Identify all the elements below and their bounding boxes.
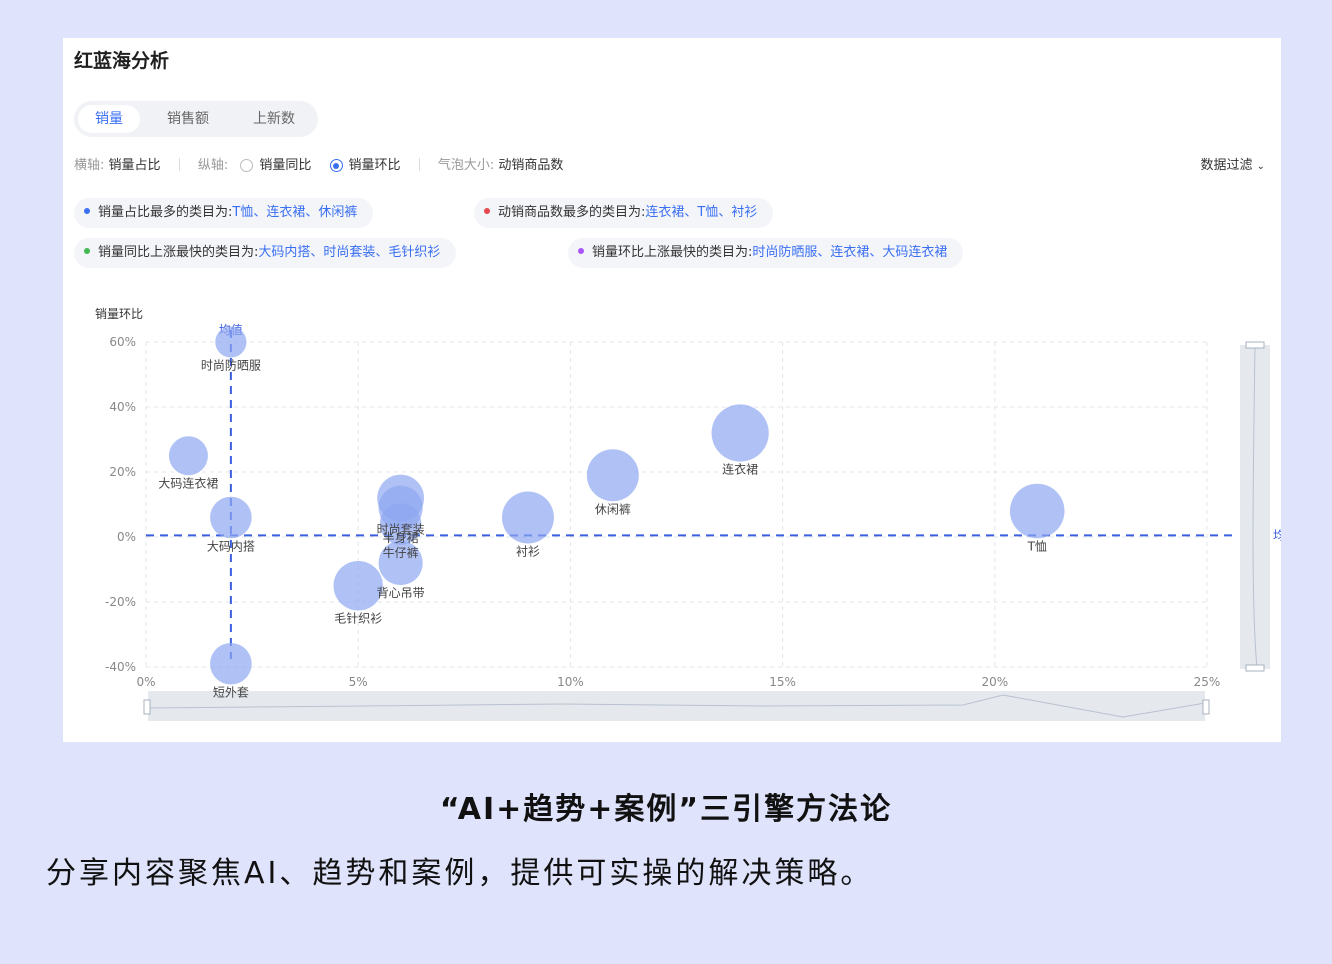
x-tick-label: 25% <box>1194 675 1221 689</box>
bubble-chart: 销量环比60%40%20%0%-20%-40%0% 5% 10% 15% 20% 25% … <box>95 307 1281 721</box>
bubble-时尚套装 <box>377 474 425 522</box>
y-tick-label: 20% <box>109 465 136 479</box>
y-axis-label: 纵轴: <box>197 158 229 173</box>
bubble-大码连衣裙 <box>168 436 208 476</box>
bubble-label: 时尚防晒服 <box>201 358 261 373</box>
insight-pill: 销量同比上涨最快的类目为:大码内搭、时尚套装、毛针织衫 <box>74 238 457 268</box>
bubble-label: 衬衫 <box>516 545 540 559</box>
bubble-短外套 <box>210 642 252 685</box>
bubble-label: 短外套 <box>213 686 249 700</box>
y-tick-label: -40% <box>105 660 136 674</box>
bubble-时尚防晒服 <box>215 326 247 358</box>
y-zoom-slider <box>1240 345 1270 669</box>
y-tick-label: 60% <box>109 335 136 349</box>
tab-sales-amount[interactable]: 销售额 <box>154 105 222 133</box>
y-tick-label: 40% <box>109 400 136 414</box>
x-axis-value[interactable]: 销量占比 <box>109 158 161 173</box>
y-axis-title: 销量环比 <box>95 307 143 321</box>
bubble-半身裙 <box>378 485 423 530</box>
bubble-size-label: 气泡大小: <box>437 158 495 173</box>
insight-pill: 动销商品数最多的类目为:连衣裙、T恤、衬衫 <box>474 198 774 228</box>
insight-pill: 销量环比上涨最快的类目为:时尚防晒服、连衣裙、大码连衣裙 <box>568 238 964 268</box>
insight-dot <box>84 248 90 254</box>
divider <box>178 158 180 171</box>
x-zoom-handle-left <box>143 699 151 715</box>
bubble-毛针织衫 <box>333 561 383 611</box>
y-option-yoy[interactable]: 销量同比 <box>240 158 311 173</box>
divider <box>418 158 420 171</box>
panel-title: 红蓝海分析 <box>74 50 170 72</box>
radio-checked-icon[interactable] <box>329 159 343 172</box>
x-zoom-slider <box>148 691 1205 721</box>
insight-link[interactable]: T恤、连衣裙、休闲裤 <box>232 205 357 220</box>
insight-dot <box>578 248 584 254</box>
bubble-label: 牛仔裤 <box>383 545 419 560</box>
y-zoom-handle-bottom <box>1245 664 1265 672</box>
metric-tabs: 销量 销售额 上新数 <box>74 101 318 137</box>
x-tick-label: 5% <box>349 675 368 689</box>
insight-pill: 销量占比最多的类目为:T恤、连衣裙、休闲裤 <box>74 198 374 228</box>
bubble-label: 时尚套装 <box>377 522 425 536</box>
y-tick-label: 0% <box>117 530 136 544</box>
bubble-label: 休闲裤 <box>595 502 631 516</box>
x-tick-label: 10% <box>557 675 584 689</box>
x-zoom-handle-right <box>1202 699 1210 715</box>
insight-link[interactable]: 时尚防晒服、连衣裙、大码连衣裙 <box>752 245 947 260</box>
chevron-down-icon: ⌄ <box>1256 161 1265 172</box>
bubble-休闲裤 <box>586 449 639 502</box>
bubble-牛仔裤 <box>379 503 422 545</box>
bubble-label: 连衣裙 <box>722 462 758 477</box>
x-zoom-trend <box>147 694 1206 718</box>
bubble-label: 毛针织衫 <box>334 610 382 625</box>
radio-icon[interactable] <box>240 159 254 172</box>
insight-link[interactable]: 大码内搭、时尚套装、毛针织衫 <box>258 245 440 260</box>
bubble-连衣裙 <box>711 404 769 462</box>
bubble-label: T恤 <box>1027 539 1047 553</box>
tab-new-arrivals[interactable]: 上新数 <box>240 105 308 133</box>
x-tick-label: 15% <box>769 675 796 689</box>
bubble-size-value[interactable]: 动销商品数 <box>498 158 563 173</box>
average-label-y: 均值 <box>1273 527 1281 542</box>
y-tick-label: -20% <box>105 595 136 609</box>
data-filter-dropdown[interactable]: 数据过滤 ⌄ <box>1200 154 1265 173</box>
bubble-背心吊带 <box>378 540 423 586</box>
y-zoom-trend <box>1252 344 1258 670</box>
bubble-衬衫 <box>501 491 554 544</box>
bubble-label: 大码连衣裙 <box>158 475 218 490</box>
bubble-大码内搭 <box>210 496 252 539</box>
average-label-x: 均值 <box>219 322 243 337</box>
insight-link[interactable]: 连衣裙、T恤、衬衫 <box>645 205 757 220</box>
subline: 分享内容聚焦AI、趋势和案例，提供可实操的解决策略。 <box>46 856 874 891</box>
data-filter-label: 数据过滤 <box>1200 158 1253 173</box>
x-tick-label: 20% <box>981 675 1008 689</box>
x-axis-label: 横轴: <box>74 158 105 173</box>
bubble-label: 半身裙 <box>383 530 419 545</box>
axis-settings-row: 横轴: 销量占比 纵轴: 销量同比 销量环比 气泡大小: 动销商品数 <box>74 154 563 173</box>
bubble-T恤 <box>1009 483 1065 539</box>
tab-sales-volume[interactable]: 销量 <box>78 105 140 133</box>
insight-dot <box>84 208 90 214</box>
headline: “AI+趋势+案例”三引擎方法论 <box>439 792 893 827</box>
bubble-label: 大码内搭 <box>207 539 255 553</box>
y-option-mom[interactable]: 销量环比 <box>329 158 401 173</box>
x-tick-label: 0% <box>136 675 155 689</box>
analysis-panel: 红蓝海分析 销量 销售额 上新数 横轴: 销量占比 纵轴: 销量同比 销量环比 … <box>63 38 1281 742</box>
y-zoom-handle-top <box>1245 341 1265 349</box>
insight-dot <box>484 208 490 214</box>
bubble-label: 背心吊带 <box>377 586 425 600</box>
